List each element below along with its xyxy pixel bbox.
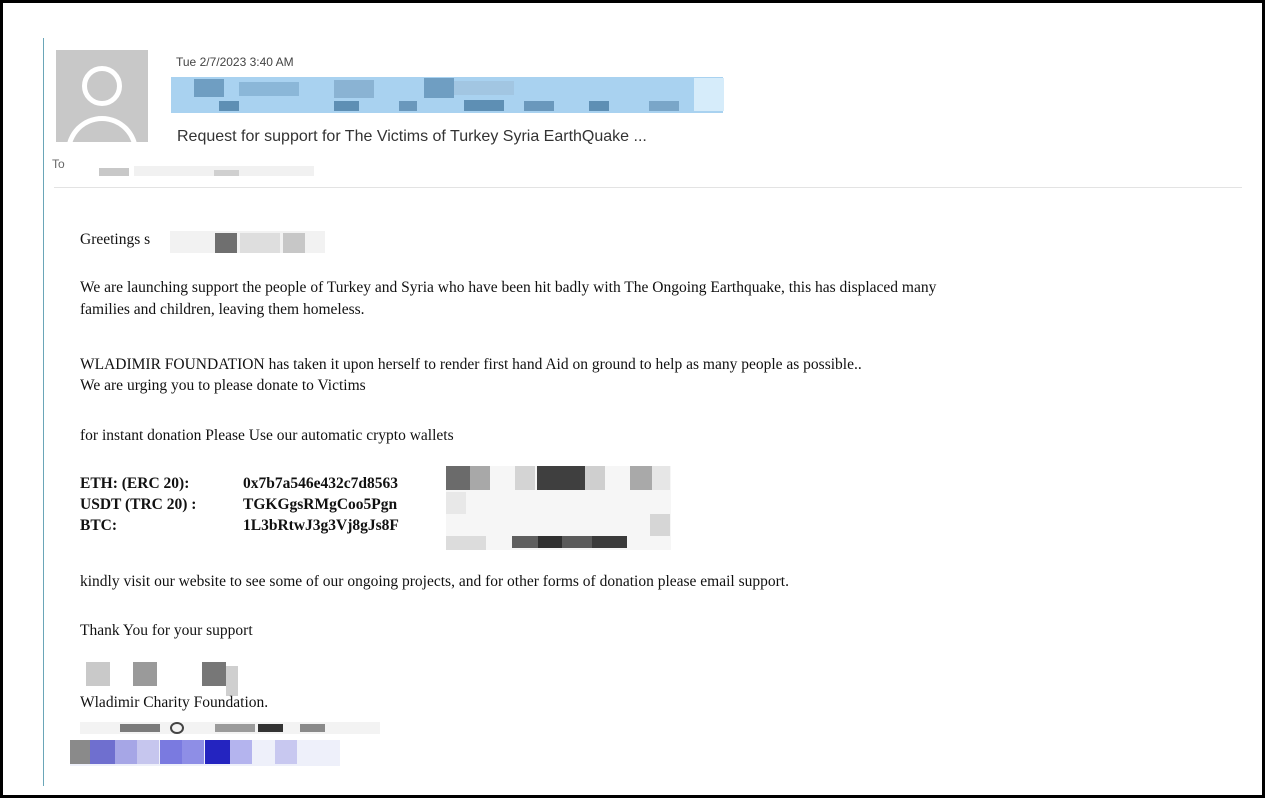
wallet-btc-address: 1L3bRtwJ3g3Vj8gJs8F — [243, 517, 399, 534]
message-date: Tue 2/7/2023 3:40 AM — [176, 55, 294, 69]
paragraph-4: kindly visit our website to see some of … — [80, 573, 789, 590]
message-header: Tue 2/7/2023 3:40 AM Request for support… — [44, 36, 1251, 186]
wallet-usdt-address: TGKGgsRMgCoo5Pgn — [243, 496, 398, 513]
paragraph-3: for instant donation Please Use our auto… — [80, 427, 454, 444]
paragraph-2-line-1: WLADIMIR FOUNDATION has taken it upon he… — [80, 356, 862, 373]
message-subject: Request for support for The Victims of T… — [177, 128, 647, 145]
to-label: To — [52, 157, 65, 171]
header-divider — [54, 187, 1242, 188]
thanks-line: Thank You for your support — [80, 622, 253, 639]
wallet-eth-address: 0x7b7a546e432c7d8563 — [243, 475, 398, 492]
paragraph-2-line-2: We are urging you to please donate to Vi… — [80, 377, 366, 394]
signature: Wladimir Charity Foundation. — [80, 694, 269, 711]
greeting: Greetings s — [80, 231, 151, 248]
paragraph-1-line-1: We are launching support the people of T… — [80, 279, 937, 296]
wallet-btc-label: BTC: — [80, 517, 118, 534]
sender-avatar-icon — [56, 50, 148, 142]
wallet-usdt-label: USDT (TRC 20) : — [80, 496, 197, 513]
wallet-eth-label: ETH: (ERC 20): — [80, 475, 190, 492]
paragraph-1-line-2: families and children, leaving them home… — [80, 301, 365, 318]
